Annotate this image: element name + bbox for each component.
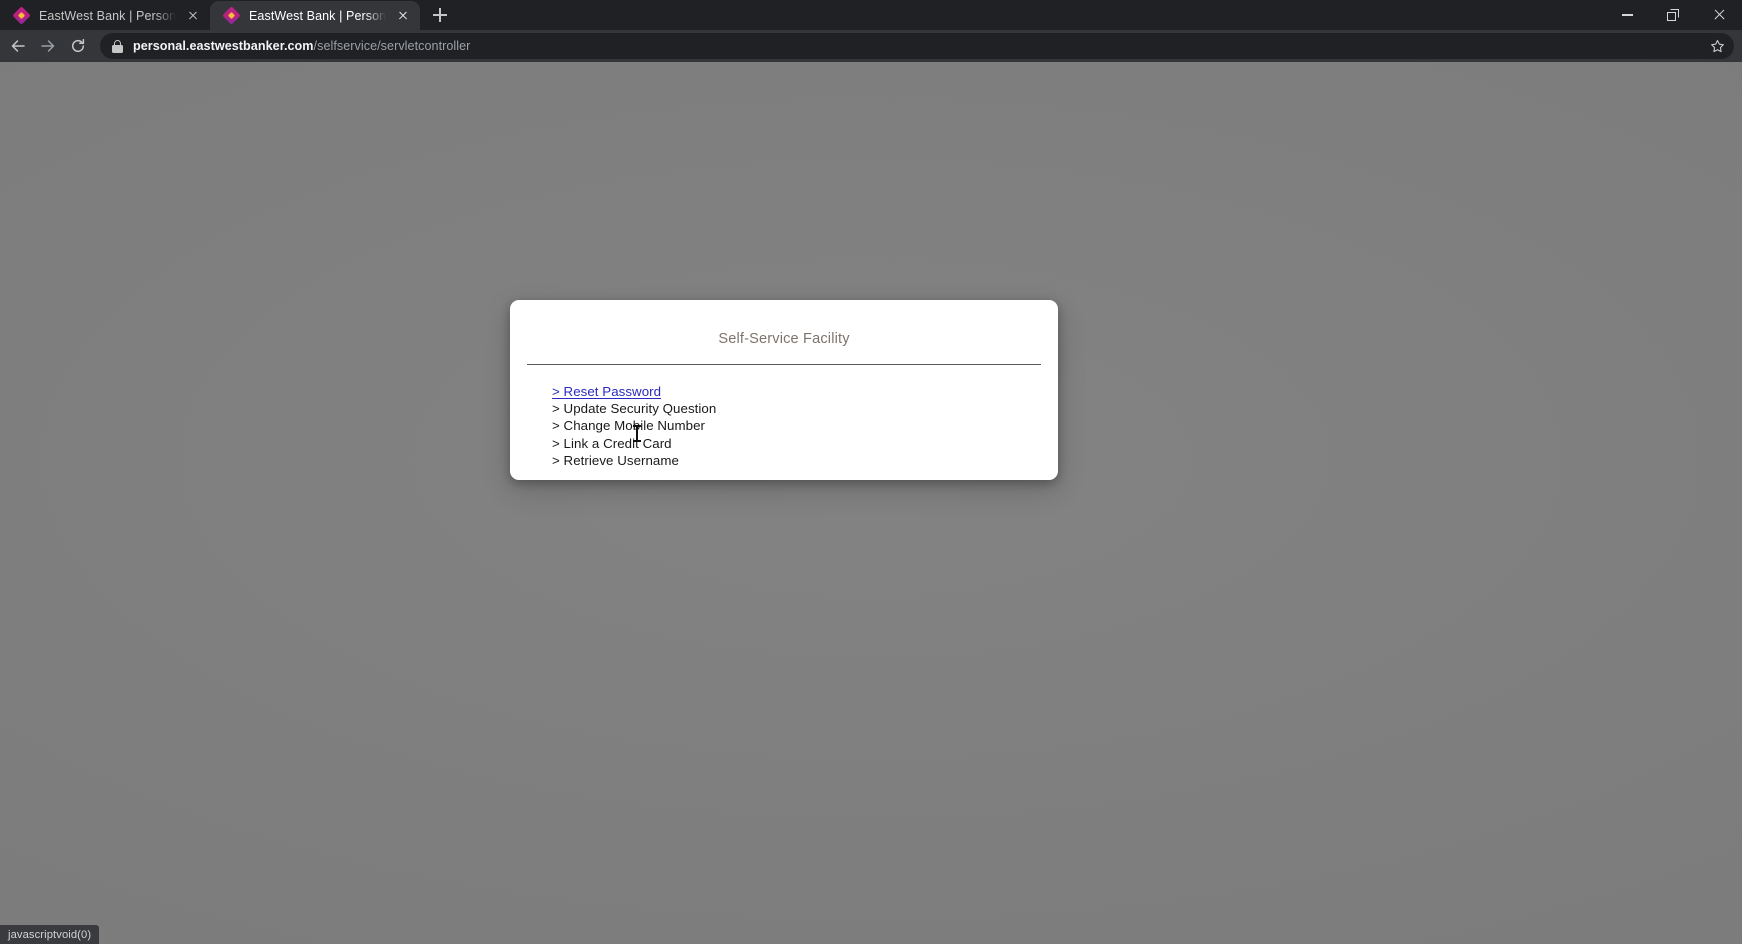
eastwest-diamond-icon — [222, 5, 241, 25]
lock-icon — [112, 39, 123, 53]
maximize-restore-button[interactable] — [1650, 0, 1696, 30]
link-reset-password[interactable]: > Reset Password — [552, 383, 661, 400]
address-bar-url: personal.eastwestbanker.com/selfservice/… — [133, 39, 1696, 53]
close-icon[interactable] — [395, 8, 411, 24]
link-retrieve-username[interactable]: > Retrieve Username — [552, 452, 679, 469]
browser-tab-1[interactable]: EastWest Bank | Personal Banking — [0, 1, 210, 30]
browser-tab-1-title: EastWest Bank | Personal Banking — [39, 8, 176, 23]
forward-arrow-icon[interactable] — [34, 32, 62, 60]
page-title: Self-Service Facility — [718, 331, 850, 347]
close-icon[interactable] — [185, 8, 201, 24]
window-controls — [1604, 0, 1742, 30]
new-tab-button[interactable] — [426, 1, 454, 29]
link-link-a-credit-card[interactable]: > Link a Credit Card — [552, 435, 672, 452]
reload-icon[interactable] — [64, 32, 92, 60]
minimize-button[interactable] — [1604, 0, 1650, 30]
back-arrow-icon[interactable] — [4, 32, 32, 60]
browser-window: EastWest Bank | Personal Banking EastWes… — [0, 0, 1742, 944]
self-service-link-list: > Reset Password > Update Security Quest… — [510, 365, 1058, 469]
tab-strip: EastWest Bank | Personal Banking EastWes… — [0, 0, 1742, 30]
status-bar: javascriptvoid(0) — [0, 925, 100, 944]
window-close-button[interactable] — [1696, 0, 1742, 30]
link-change-mobile-number[interactable]: > Change Mobile Number — [552, 417, 705, 434]
browser-tab-2[interactable]: EastWest Bank | Personal Banking — [210, 1, 420, 30]
page-background — [0, 62, 1742, 944]
address-bar[interactable]: personal.eastwestbanker.com/selfservice/… — [100, 33, 1734, 59]
self-service-card: Self-Service Facility > Reset Password >… — [510, 300, 1058, 480]
address-bar-path: /selfservice/servletcontroller — [313, 39, 471, 53]
address-bar-host: personal.eastwestbanker.com — [133, 39, 314, 53]
link-update-security-question[interactable]: > Update Security Question — [552, 400, 716, 417]
eastwest-diamond-icon — [12, 5, 31, 25]
page-viewport: Self-Service Facility > Reset Password >… — [0, 62, 1742, 944]
star-icon[interactable] — [1706, 35, 1728, 57]
browser-tab-2-title: EastWest Bank | Personal Banking — [249, 8, 386, 23]
browser-toolbar: personal.eastwestbanker.com/selfservice/… — [0, 30, 1742, 62]
